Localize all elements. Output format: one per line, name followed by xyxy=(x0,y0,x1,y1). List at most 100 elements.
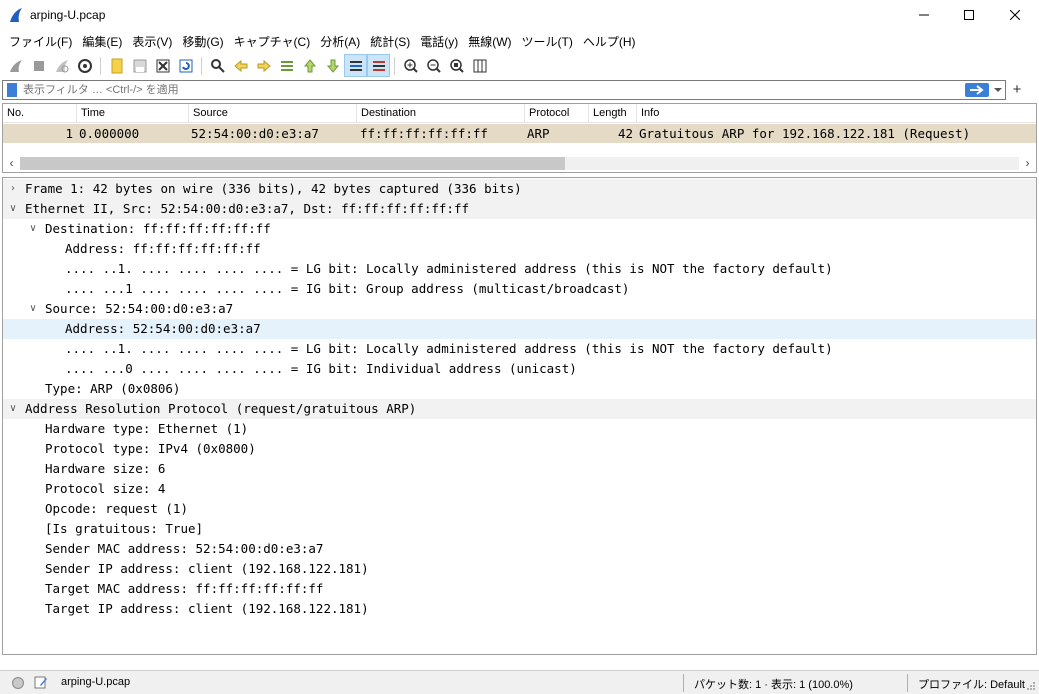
chevron-down-icon[interactable]: ∨ xyxy=(27,299,39,319)
tree-item[interactable]: Address: ff:ff:ff:ff:ff:ff xyxy=(3,239,1036,259)
tree-item-label: Ethernet II, Src: 52:54:00:d0:e3:a7, Dst… xyxy=(25,201,470,216)
packet-row[interactable]: 1 0.000000 52:54:00:d0:e3:a7 ff:ff:ff:ff… xyxy=(3,124,1036,143)
go-last-icon[interactable] xyxy=(321,54,344,77)
capture-comment-pencil-icon[interactable] xyxy=(34,675,48,689)
menu-file[interactable]: ファイル(F) xyxy=(4,31,77,53)
expert-info-status-icon[interactable] xyxy=(12,677,24,689)
menu-capture[interactable]: キャプチャ(C) xyxy=(229,31,316,53)
find-packet-icon[interactable] xyxy=(206,54,229,77)
tree-item[interactable]: .... ...0 .... .... .... .... = IG bit: … xyxy=(3,359,1036,379)
filter-history-chevron-down-icon[interactable] xyxy=(992,84,1004,96)
tree-item-label: Hardware type: Ethernet (1) xyxy=(45,421,249,436)
scroll-thumb[interactable] xyxy=(20,157,565,170)
column-header-source[interactable]: Source xyxy=(189,104,357,123)
column-header-no[interactable]: No. xyxy=(3,104,77,123)
tree-item[interactable]: ∨ Ethernet II, Src: 52:54:00:d0:e3:a7, Ds… xyxy=(3,199,1036,219)
tree-item[interactable]: Sender IP address: client (192.168.122.1… xyxy=(3,559,1036,579)
zoom-out-icon[interactable] xyxy=(422,54,445,77)
close-button[interactable] xyxy=(992,0,1038,31)
tree-item[interactable]: › Frame 1: 42 bytes on wire (336 bits), 4… xyxy=(3,179,1036,199)
scroll-right-chevron-icon[interactable]: › xyxy=(1019,155,1036,172)
tree-item-label: Sender IP address: client (192.168.122.1… xyxy=(45,561,369,576)
menu-statistics[interactable]: 統計(S) xyxy=(365,31,415,53)
packet-info: Gratuitous ARP for 192.168.122.181 (Requ… xyxy=(639,126,971,141)
tree-item[interactable]: [Is gratuitous: True] xyxy=(3,519,1036,539)
auto-scroll-icon[interactable] xyxy=(344,54,367,77)
open-file-icon[interactable] xyxy=(105,54,128,77)
menu-bar: ファイル(F) 編集(E) 表示(V) 移動(G) キャプチャ(C) 分析(A)… xyxy=(0,31,1039,53)
go-to-packet-icon[interactable] xyxy=(275,54,298,77)
chevron-down-icon[interactable]: ∨ xyxy=(7,399,19,419)
tree-item-label: Target MAC address: ff:ff:ff:ff:ff:ff xyxy=(45,581,324,596)
tree-item-label: .... ...0 .... .... .... .... = IG bit: … xyxy=(65,361,577,376)
reload-file-icon[interactable] xyxy=(174,54,197,77)
tree-item[interactable]: Target IP address: client (192.168.122.1… xyxy=(3,599,1036,619)
restart-icon[interactable] xyxy=(50,54,73,77)
tree-item[interactable]: Hardware size: 6 xyxy=(3,459,1036,479)
tree-item-label: Source: 52:54:00:d0:e3:a7 xyxy=(45,301,234,316)
tree-item-label: Type: ARP (0x0806) xyxy=(45,381,181,396)
go-forward-icon[interactable] xyxy=(252,54,275,77)
status-profile[interactable]: プロファイル: Default xyxy=(918,676,1025,692)
capture-options-icon[interactable] xyxy=(73,54,96,77)
tree-item[interactable]: Protocol type: IPv4 (0x0800) xyxy=(3,439,1036,459)
add-filter-button[interactable]: + xyxy=(1009,80,1025,100)
menu-tools[interactable]: ツール(T) xyxy=(517,31,578,53)
tree-item[interactable]: .... ...1 .... .... .... .... = IG bit: … xyxy=(3,279,1036,299)
packet-source: 52:54:00:d0:e3:a7 xyxy=(191,126,319,141)
tree-item[interactable]: Address: 52:54:00:d0:e3:a7 xyxy=(3,319,1036,339)
menu-telephony[interactable]: 電話(y) xyxy=(415,31,463,53)
tree-item[interactable]: Type: ARP (0x0806) xyxy=(3,379,1036,399)
tree-item[interactable]: ∨ Address Resolution Protocol (request/gr… xyxy=(3,399,1036,419)
packet-list-horizontal-scrollbar[interactable]: ‹ › xyxy=(3,155,1036,172)
resize-columns-icon[interactable] xyxy=(468,54,491,77)
menu-wireless[interactable]: 無線(W) xyxy=(463,31,516,53)
maximize-button[interactable] xyxy=(946,0,992,31)
go-first-icon[interactable] xyxy=(298,54,321,77)
go-back-icon[interactable] xyxy=(229,54,252,77)
apply-filter-arrow-icon[interactable] xyxy=(965,83,989,97)
shark-start-icon[interactable] xyxy=(4,54,27,77)
stop-icon[interactable] xyxy=(27,54,50,77)
packet-protocol: ARP xyxy=(527,126,550,141)
display-filter-input[interactable] xyxy=(23,82,953,98)
tree-item[interactable]: ∨ Destination: ff:ff:ff:ff:ff:ff xyxy=(3,219,1036,239)
menu-view[interactable]: 表示(V) xyxy=(127,31,177,53)
menu-help[interactable]: ヘルプ(H) xyxy=(578,31,641,53)
chevron-down-icon[interactable]: ∨ xyxy=(27,219,39,239)
tree-item-label: Protocol type: IPv4 (0x0800) xyxy=(45,441,256,456)
tree-item[interactable]: Opcode: request (1) xyxy=(3,499,1036,519)
close-file-icon[interactable] xyxy=(151,54,174,77)
menu-edit[interactable]: 編集(E) xyxy=(77,31,127,53)
tree-item[interactable]: Hardware type: Ethernet (1) xyxy=(3,419,1036,439)
tree-item[interactable]: .... ..1. .... .... .... .... = LG bit: … xyxy=(3,259,1036,279)
tree-item-label: Address: ff:ff:ff:ff:ff:ff xyxy=(65,241,261,256)
tree-item[interactable]: Protocol size: 4 xyxy=(3,479,1036,499)
chevron-right-icon[interactable]: › xyxy=(7,179,19,199)
filter-bookmark-icon[interactable] xyxy=(7,83,17,97)
zoom-normal-icon[interactable] xyxy=(445,54,468,77)
tree-item[interactable]: Target MAC address: ff:ff:ff:ff:ff:ff xyxy=(3,579,1036,599)
scroll-left-chevron-icon[interactable]: ‹ xyxy=(3,155,20,172)
column-header-destination[interactable]: Destination xyxy=(357,104,525,123)
tree-item-label: Frame 1: 42 bytes on wire (336 bits), 42… xyxy=(25,181,522,196)
menu-go[interactable]: 移動(G) xyxy=(177,31,228,53)
column-header-length[interactable]: Length xyxy=(589,104,637,123)
tree-item[interactable]: .... ..1. .... .... .... .... = LG bit: … xyxy=(3,339,1036,359)
column-header-time[interactable]: Time xyxy=(77,104,189,123)
column-header-info[interactable]: Info xyxy=(637,104,1036,123)
status-separator xyxy=(907,674,908,692)
minimize-button[interactable] xyxy=(901,0,947,31)
column-header-protocol[interactable]: Protocol xyxy=(525,104,589,123)
tree-item[interactable]: ∨ Source: 52:54:00:d0:e3:a7 xyxy=(3,299,1036,319)
save-file-icon[interactable] xyxy=(128,54,151,77)
tree-item[interactable]: Sender MAC address: 52:54:00:d0:e3:a7 xyxy=(3,539,1036,559)
resize-grip-icon[interactable] xyxy=(1026,681,1036,691)
chevron-down-icon[interactable]: ∨ xyxy=(7,199,19,219)
status-bar: arping-U.pcap パケット数: 1 · 表示: 1 (100.0%) … xyxy=(0,670,1039,694)
status-separator xyxy=(683,674,684,692)
colorize-icon[interactable] xyxy=(367,54,390,77)
scroll-track[interactable] xyxy=(20,157,1019,170)
menu-analyze[interactable]: 分析(A) xyxy=(315,31,365,53)
zoom-in-icon[interactable] xyxy=(399,54,422,77)
